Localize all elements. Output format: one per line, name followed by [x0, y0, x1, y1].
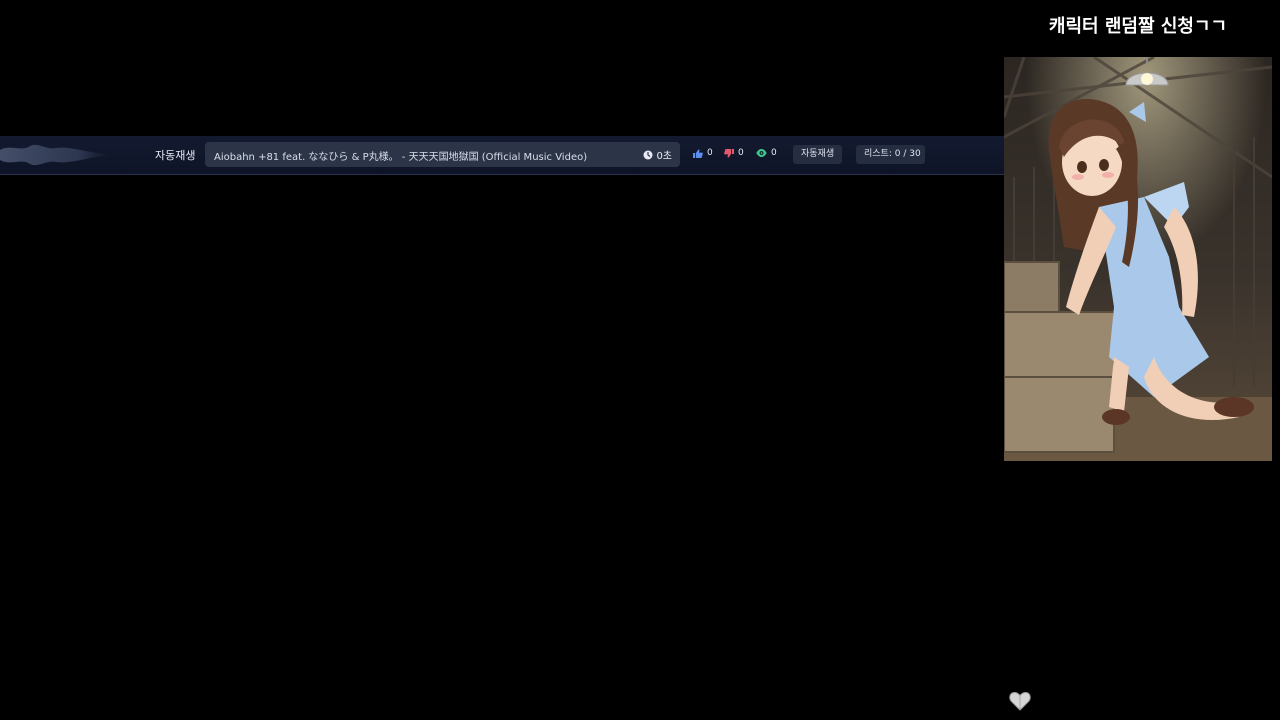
playlist-counter-button[interactable]: 리스트: 0 / 30: [856, 145, 925, 164]
track-duration: 0초: [643, 147, 672, 162]
track-title: Aiobahn +81 feat. ななひら & P丸様。 - 天天天国地獄国 …: [214, 152, 588, 163]
character-illustration: [1004, 57, 1272, 461]
like-count: 0: [707, 148, 713, 158]
thumbs-down-icon: [724, 148, 734, 158]
autoplay-toggle-button[interactable]: 자동재생: [793, 145, 843, 164]
sound-wave-decoration: [0, 144, 112, 166]
dislike-count: 0: [738, 148, 744, 158]
heart-icon[interactable]: [1009, 691, 1031, 711]
view-count: 0: [756, 148, 777, 158]
now-playing-bar: 자동재생 Aiobahn +81 feat. ななひら & P丸様。 - 天天天…: [0, 136, 1004, 175]
dislike-button[interactable]: 0: [724, 148, 744, 158]
like-button[interactable]: 0: [693, 148, 713, 158]
view-count-value: 0: [771, 148, 777, 158]
overlay-caption: 캐릭터 랜덤짤 신청ㄱㄱ: [1048, 16, 1228, 37]
autoplay-label: 자동재생: [155, 149, 196, 162]
clock-icon: [643, 150, 653, 159]
thumbs-up-icon: [693, 148, 703, 158]
track-title-field[interactable]: Aiobahn +81 feat. ななひら & P丸様。 - 天天天国地獄国 …: [205, 142, 680, 167]
duration-value: 0초: [656, 151, 672, 162]
eye-icon: [756, 149, 767, 157]
warehouse-character-image: [1004, 57, 1272, 461]
